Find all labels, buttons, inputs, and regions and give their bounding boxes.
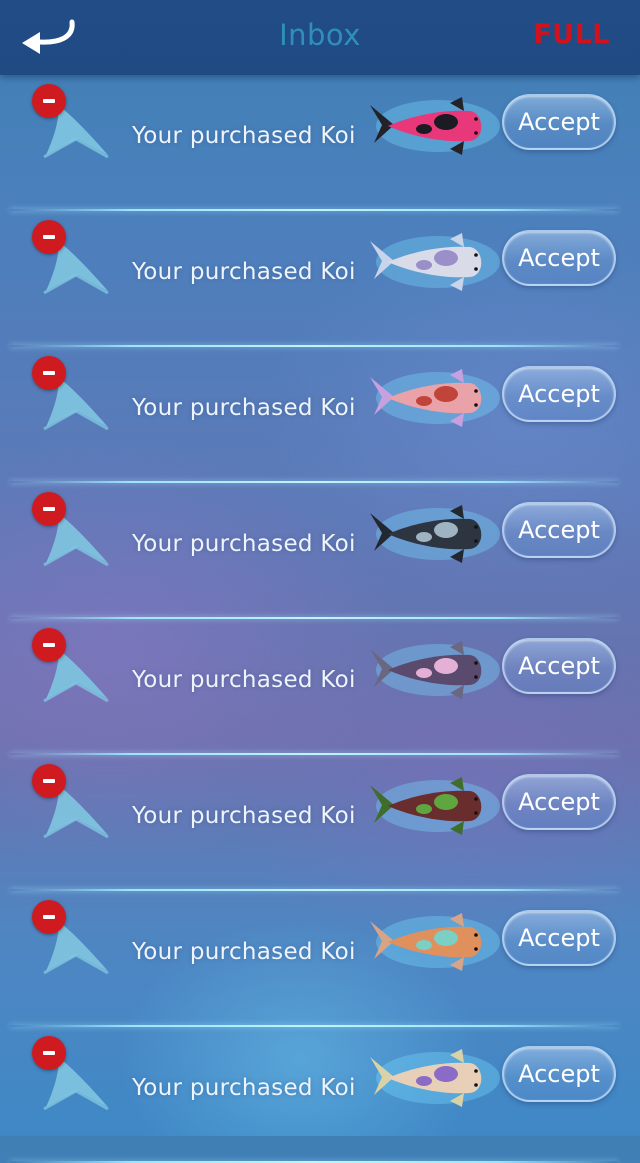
accept-button[interactable]: Accept	[502, 230, 616, 286]
item-message: Your purchased Koi	[132, 395, 356, 421]
inbox-item: Your purchased Koi Accept	[0, 755, 640, 891]
item-message: Your purchased Koi	[132, 259, 356, 285]
inbox-item: Your purchased Koi Accept	[0, 75, 640, 211]
remove-item-button[interactable]	[32, 1036, 66, 1070]
remove-item-button[interactable]	[32, 492, 66, 526]
top-bar: Inbox FULL	[0, 0, 640, 75]
koi-fish-image	[370, 97, 500, 155]
remove-item-button[interactable]	[32, 628, 66, 662]
remove-item-button[interactable]	[32, 900, 66, 934]
item-message: Your purchased Koi	[132, 531, 356, 557]
inbox-full-status: FULL	[533, 19, 610, 50]
koi-fish-image	[370, 505, 500, 563]
item-message: Your purchased Koi	[132, 667, 356, 693]
remove-item-button[interactable]	[32, 84, 66, 118]
koi-fish-image	[370, 233, 500, 291]
accept-button[interactable]: Accept	[502, 910, 616, 966]
koi-fish-image	[370, 641, 500, 699]
inbox-item: Your purchased Koi Accept	[0, 483, 640, 619]
accept-button[interactable]: Accept	[502, 502, 616, 558]
remove-item-button[interactable]	[32, 356, 66, 390]
item-message: Your purchased Koi	[132, 1075, 356, 1101]
inbox-item: Your purchased Koi Accept	[0, 211, 640, 347]
inbox-item: Your purchased Koi Accept	[0, 619, 640, 755]
inbox-item: Your purchased Koi Accept	[0, 891, 640, 1027]
accept-button[interactable]: Accept	[502, 774, 616, 830]
inbox-item: Your purchased Koi Accept	[0, 347, 640, 483]
koi-fish-image	[370, 1049, 500, 1107]
inbox-item: Your purchased Koi Accept	[0, 1027, 640, 1163]
accept-button[interactable]: Accept	[502, 638, 616, 694]
item-message: Your purchased Koi	[132, 803, 356, 829]
inbox-list: Your purchased Koi Accept Your purchased…	[0, 75, 640, 1163]
accept-button[interactable]: Accept	[502, 94, 616, 150]
koi-fish-image	[370, 777, 500, 835]
item-message: Your purchased Koi	[132, 939, 356, 965]
remove-item-button[interactable]	[32, 220, 66, 254]
accept-button[interactable]: Accept	[502, 1046, 616, 1102]
remove-item-button[interactable]	[32, 764, 66, 798]
accept-button[interactable]: Accept	[502, 366, 616, 422]
koi-fish-image	[370, 913, 500, 971]
koi-fish-image	[370, 369, 500, 427]
item-message: Your purchased Koi	[132, 123, 356, 149]
